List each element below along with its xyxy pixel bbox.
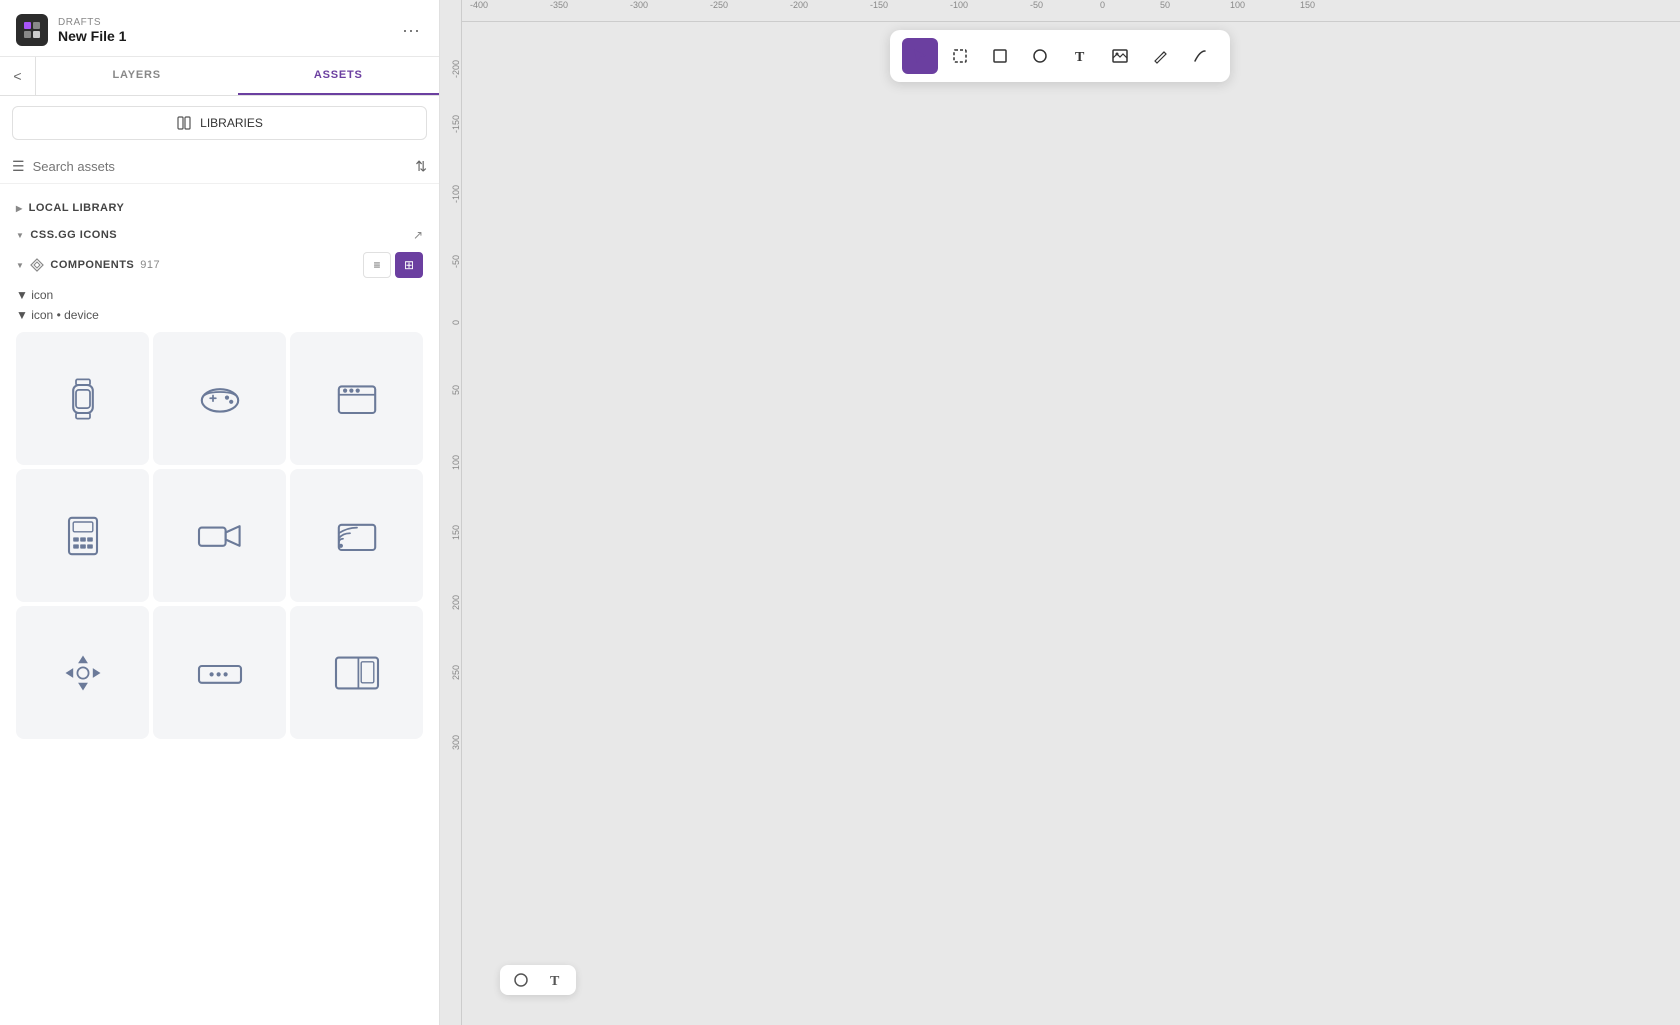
chevron-down-2-icon: ▼ bbox=[16, 261, 24, 270]
app-logo bbox=[16, 14, 48, 46]
mini-toolbar: T bbox=[500, 965, 576, 995]
sort-icon[interactable]: ⇅ bbox=[415, 158, 427, 175]
icon-grid bbox=[0, 328, 439, 743]
asset-tree: ▶ LOCAL LIBRARY ▼ CSS.GG ICONS ↗ ▼ bbox=[0, 184, 439, 1025]
ruler-label: -50 bbox=[1030, 0, 1043, 10]
libraries-icon bbox=[176, 115, 192, 131]
connect-tool-button[interactable] bbox=[1182, 38, 1218, 74]
ellipse-tool-button[interactable] bbox=[1022, 38, 1058, 74]
ruler-label: -100 bbox=[950, 0, 968, 10]
ruler-label: 50 bbox=[1160, 0, 1170, 10]
header-title-group: DRAFTS New File 1 bbox=[58, 17, 389, 44]
mini-circle-button[interactable] bbox=[512, 971, 530, 989]
ruler-label: 50 bbox=[451, 385, 461, 395]
ruler-label: 100 bbox=[451, 455, 461, 470]
ruler-left: -200 -150 -100 -50 0 50 100 150 200 250 … bbox=[440, 0, 462, 1025]
ruler-label: 250 bbox=[451, 665, 461, 680]
ruler-label: 300 bbox=[451, 735, 461, 750]
sidebar-header: DRAFTS New File 1 ··· bbox=[0, 0, 439, 57]
canvas-area[interactable]: -400 -350 -300 -250 -200 -150 -100 -50 0… bbox=[440, 0, 1680, 1025]
chevron-right-icon: ▶ bbox=[16, 204, 23, 213]
local-library-section: ▶ LOCAL LIBRARY bbox=[0, 192, 439, 224]
icon-group-label[interactable]: ▼ icon bbox=[0, 284, 439, 304]
icon-dpad[interactable] bbox=[16, 606, 149, 739]
filter-icon[interactable]: ☰ bbox=[12, 158, 25, 175]
components-row: ▼ COMPONENTS 917 ≡ ⊞ bbox=[0, 246, 439, 284]
image-tool-button[interactable] bbox=[1102, 38, 1138, 74]
icon-device-label[interactable]: ▼ icon • device bbox=[0, 304, 439, 328]
ruler-label: -350 bbox=[550, 0, 568, 10]
toolbar: T bbox=[890, 30, 1230, 82]
mini-text-button[interactable]: T bbox=[546, 971, 564, 989]
ruler-label: 0 bbox=[451, 320, 461, 325]
components-label[interactable]: ▼ COMPONENTS 917 bbox=[16, 258, 160, 272]
external-link-icon[interactable]: ↗ bbox=[413, 228, 423, 242]
rectangle-tool-button[interactable] bbox=[982, 38, 1018, 74]
text-tool-button[interactable]: T bbox=[1062, 38, 1098, 74]
search-row: ☰ ⇅ bbox=[0, 150, 439, 184]
drafts-label: DRAFTS bbox=[58, 17, 389, 28]
svg-text:T: T bbox=[550, 974, 560, 989]
ruler-label: -50 bbox=[451, 255, 461, 268]
ruler-label: -150 bbox=[870, 0, 888, 10]
more-menu-button[interactable]: ··· bbox=[399, 18, 423, 42]
sidebar-tabs: < LAYERS ASSETS bbox=[0, 57, 439, 96]
icon-browser[interactable] bbox=[290, 332, 423, 465]
tab-assets[interactable]: ASSETS bbox=[238, 57, 440, 95]
grid-view-button[interactable]: ⊞ bbox=[395, 252, 423, 278]
ruler-label: -200 bbox=[451, 60, 461, 78]
select-tool-button[interactable] bbox=[902, 38, 938, 74]
components-count: 917 bbox=[140, 259, 160, 271]
svg-text:T: T bbox=[1075, 50, 1085, 65]
ruler-label: -100 bbox=[451, 185, 461, 203]
list-view-button[interactable]: ≡ bbox=[363, 252, 391, 278]
view-toggle: ≡ ⊞ bbox=[363, 252, 423, 278]
libraries-label: LIBRARIES bbox=[200, 116, 263, 130]
ruler-label: -250 bbox=[710, 0, 728, 10]
icon-gamepad[interactable] bbox=[153, 332, 286, 465]
ruler-label: 150 bbox=[1300, 0, 1315, 10]
ruler-top: -400 -350 -300 -250 -200 -150 -100 -50 0… bbox=[440, 0, 1680, 22]
search-input[interactable] bbox=[33, 159, 408, 174]
component-icon bbox=[30, 258, 44, 272]
ruler-label: -150 bbox=[451, 115, 461, 133]
local-library-label: LOCAL LIBRARY bbox=[29, 202, 125, 214]
cssgg-header[interactable]: ▼ CSS.GG ICONS ↗ bbox=[16, 228, 423, 242]
ruler-label: 150 bbox=[451, 525, 461, 540]
back-button[interactable]: < bbox=[0, 57, 36, 95]
file-name: New File 1 bbox=[58, 28, 389, 44]
icon-video-camera[interactable] bbox=[153, 469, 286, 602]
ruler-label: -400 bbox=[470, 0, 488, 10]
cssgg-section: ▼ CSS.GG ICONS ↗ bbox=[0, 224, 439, 246]
libraries-button[interactable]: LIBRARIES bbox=[12, 106, 427, 140]
sidebar: DRAFTS New File 1 ··· < LAYERS ASSETS LI… bbox=[0, 0, 440, 1025]
region-select-tool-button[interactable] bbox=[942, 38, 978, 74]
ruler-label: 0 bbox=[1100, 0, 1105, 10]
components-text: COMPONENTS bbox=[50, 259, 134, 271]
tab-layers[interactable]: LAYERS bbox=[36, 57, 238, 95]
ruler-label: -200 bbox=[790, 0, 808, 10]
icon-monitor[interactable] bbox=[290, 606, 423, 739]
icon-set-top-box[interactable] bbox=[153, 606, 286, 739]
icon-smartwatch[interactable] bbox=[16, 332, 149, 465]
cssgg-label: CSS.GG ICONS bbox=[30, 229, 117, 241]
icon-cast[interactable] bbox=[290, 469, 423, 602]
icon-calculator[interactable] bbox=[16, 469, 149, 602]
local-library-header[interactable]: ▶ LOCAL LIBRARY bbox=[16, 198, 423, 218]
ruler-label: -300 bbox=[630, 0, 648, 10]
ruler-label: 200 bbox=[451, 595, 461, 610]
chevron-down-icon: ▼ bbox=[16, 231, 24, 240]
ruler-label: 100 bbox=[1230, 0, 1245, 10]
pen-tool-button[interactable] bbox=[1142, 38, 1178, 74]
